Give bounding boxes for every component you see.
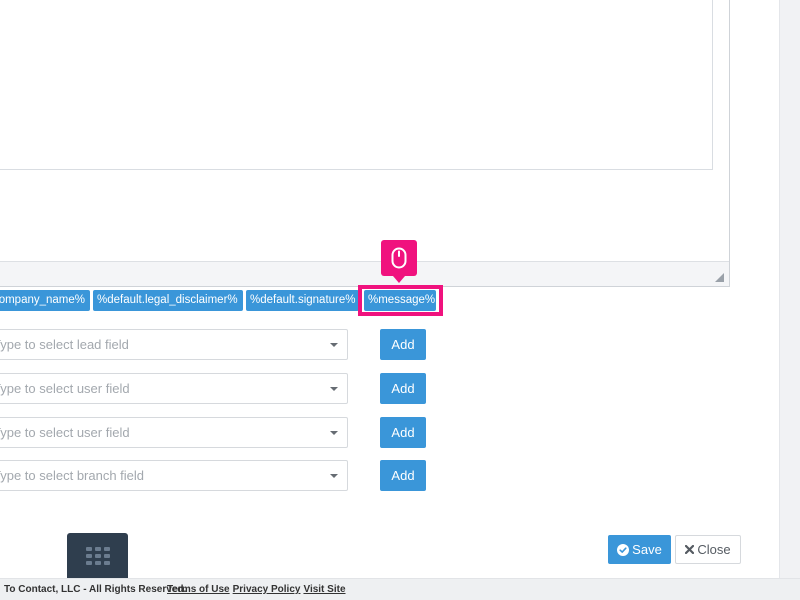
mouse-icon <box>391 247 407 269</box>
add-user-field-button-2[interactable]: Add <box>380 417 426 448</box>
chevron-down-icon <box>330 474 338 478</box>
copyright-text: To Contact, LLC - All Rights Reserved. <box>4 584 187 595</box>
chevron-down-icon <box>330 343 338 347</box>
resize-handle-icon[interactable] <box>715 273 724 282</box>
close-icon <box>685 545 695 555</box>
page-footer: To Contact, LLC - All Rights Reserved. T… <box>0 578 800 600</box>
editor-statusbar <box>0 261 729 286</box>
grid-icon <box>86 547 110 565</box>
merge-tag-message[interactable]: %message% <box>364 290 436 311</box>
apps-launcher-button[interactable] <box>67 533 128 578</box>
close-label: Close <box>697 542 731 557</box>
lead-field-placeholder: Type to select lead field <box>0 337 129 352</box>
merge-tag-company-name[interactable]: %company_name% <box>0 290 90 311</box>
chevron-down-icon <box>330 387 338 391</box>
rich-text-editor[interactable] <box>0 0 730 287</box>
footer-links: Terms of Use Privacy Policy Visit Site <box>167 579 349 600</box>
visit-site-link[interactable]: Visit Site <box>303 584 345 595</box>
add-branch-field-button[interactable]: Add <box>380 460 426 491</box>
privacy-policy-link[interactable]: Privacy Policy <box>233 584 301 595</box>
terms-of-use-link[interactable]: Terms of Use <box>167 584 230 595</box>
save-button[interactable]: Save <box>608 535 671 564</box>
email-template-editor: %company_name% %default.legal_disclaimer… <box>0 0 800 600</box>
page-scrollbar-gutter[interactable] <box>779 0 800 578</box>
editor-content-area[interactable] <box>0 0 713 170</box>
close-button[interactable]: Close <box>675 535 741 564</box>
user-field-select-2[interactable]: Type to select user field <box>0 417 348 448</box>
chevron-down-icon <box>330 431 338 435</box>
user-field-placeholder-2: Type to select user field <box>0 425 130 440</box>
lead-field-select[interactable]: Type to select lead field <box>0 329 348 360</box>
add-lead-field-button[interactable]: Add <box>380 329 426 360</box>
merge-tag-signature[interactable]: %default.signature% <box>246 290 359 311</box>
branch-field-select[interactable]: Type to select branch field <box>0 460 348 491</box>
add-user-field-button[interactable]: Add <box>380 373 426 404</box>
save-label: Save <box>632 542 662 557</box>
user-field-select[interactable]: Type to select user field <box>0 373 348 404</box>
merge-tag-legal-disclaimer[interactable]: %default.legal_disclaimer% <box>93 290 243 311</box>
branch-field-placeholder: Type to select branch field <box>0 468 145 483</box>
user-field-placeholder: Type to select user field <box>0 381 130 396</box>
cursor-indicator <box>381 240 417 283</box>
check-circle-icon <box>617 543 630 556</box>
